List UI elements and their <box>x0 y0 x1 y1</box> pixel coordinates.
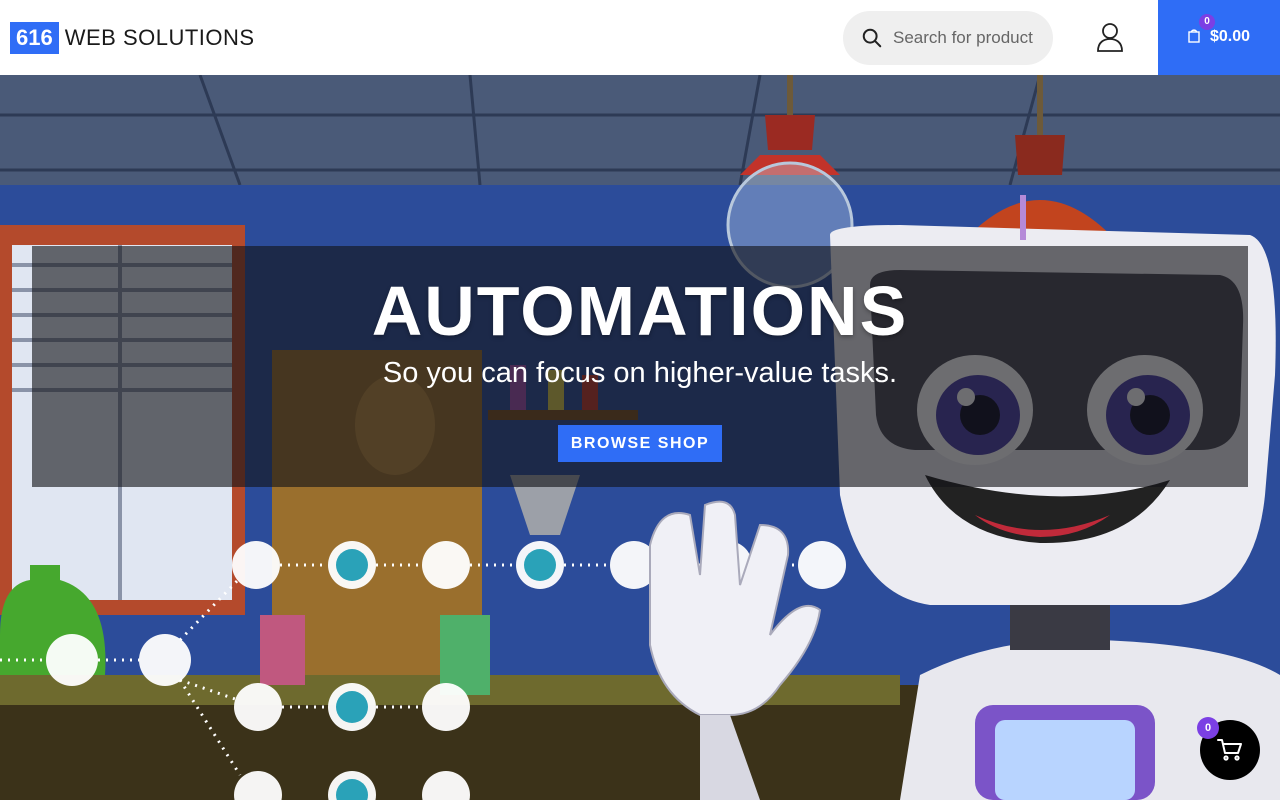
header-cart-total: $0.00 <box>1210 28 1251 45</box>
cart-icon <box>1217 739 1242 761</box>
floating-cart-button[interactable]: 0 <box>1197 717 1260 780</box>
search-icon <box>862 28 882 48</box>
logo-badge: 616 <box>10 22 59 54</box>
search-input[interactable] <box>893 28 1033 48</box>
logo-text: WEB SOLUTIONS <box>64 25 255 50</box>
hero-section: AUTOMATIONS So you can focus on higher-v… <box>0 75 1280 800</box>
search-box[interactable] <box>843 11 1053 65</box>
hero-subtitle: So you can focus on higher-value tasks. <box>382 357 898 389</box>
account-icon[interactable] <box>1096 22 1124 52</box>
shopping-bag-icon <box>1188 29 1200 43</box>
floating-cart-count: 0 <box>1197 717 1219 739</box>
site-header: 616 WEB SOLUTIONS 0 $0.00 <box>0 0 1280 75</box>
hero-title: AUTOMATIONS <box>371 272 909 350</box>
browse-shop-button[interactable]: BROWSE SHOP <box>558 425 722 462</box>
header-cart-button[interactable]: 0 $0.00 <box>1158 0 1280 75</box>
site-logo[interactable]: 616 WEB SOLUTIONS <box>10 22 255 54</box>
